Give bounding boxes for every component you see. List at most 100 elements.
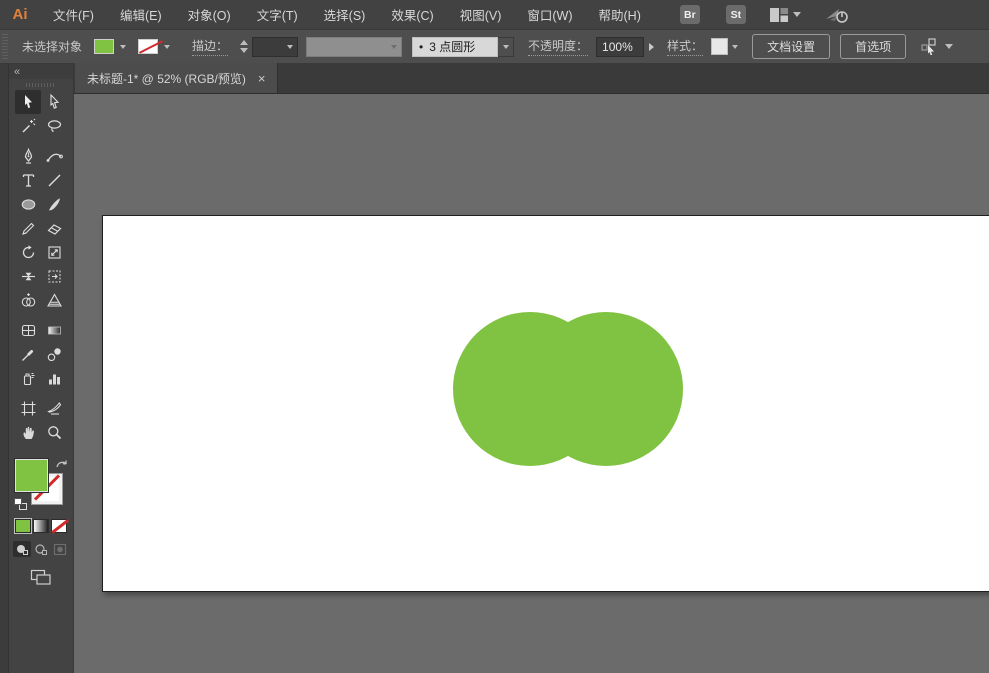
- none-button[interactable]: [51, 519, 67, 533]
- green-circle-right[interactable]: [529, 312, 683, 466]
- fill-color-swatch[interactable]: [94, 39, 114, 54]
- chevron-down-icon: [793, 12, 801, 17]
- paintbrush-tool[interactable]: [41, 192, 67, 216]
- shape-builder-tool[interactable]: [15, 288, 41, 312]
- color-button[interactable]: [15, 519, 31, 533]
- curvature-icon: [46, 148, 63, 165]
- rotate-icon: [20, 244, 37, 261]
- symbol-sprayer-tool[interactable]: [15, 366, 41, 390]
- stepper-up-icon[interactable]: [240, 40, 248, 45]
- blend-tool[interactable]: [41, 342, 67, 366]
- panel-grip[interactable]: [2, 34, 8, 60]
- lasso-tool[interactable]: [41, 114, 67, 138]
- column-graph-tool[interactable]: [41, 366, 67, 390]
- toolbar-grip[interactable]: [26, 83, 56, 87]
- draw-normal-button[interactable]: [13, 541, 31, 557]
- draw-inside-button[interactable]: [51, 541, 69, 557]
- stroke-weight-dropdown[interactable]: [252, 37, 298, 57]
- ellipse-tool[interactable]: [15, 192, 41, 216]
- mesh-icon: [20, 322, 37, 339]
- toolbar-collapse-button[interactable]: «: [9, 64, 73, 79]
- zoom-tool[interactable]: [41, 420, 67, 444]
- app-logo: Ai: [0, 6, 40, 23]
- symbol-sprayer-icon: [20, 370, 37, 387]
- selection-tool[interactable]: [15, 90, 41, 114]
- eraser-icon: [46, 220, 63, 237]
- rotate-tool[interactable]: [15, 240, 41, 264]
- eyedropper-tool[interactable]: [15, 342, 41, 366]
- scale-tool[interactable]: [41, 240, 67, 264]
- document-setup-button[interactable]: 文档设置: [752, 34, 830, 59]
- color-mode-row: [15, 519, 67, 533]
- line-segment-tool[interactable]: [41, 168, 67, 192]
- change-screen-mode-button[interactable]: [30, 569, 52, 591]
- fill-indicator[interactable]: [15, 459, 48, 492]
- gradient-button[interactable]: [33, 519, 49, 533]
- default-fill-mini-icon: [14, 498, 22, 505]
- direct-selection-tool[interactable]: [41, 90, 67, 114]
- document-tab[interactable]: 未标题-1* @ 52% (RGB/预览) ×: [75, 63, 278, 93]
- default-fill-stroke-button[interactable]: [14, 498, 27, 510]
- fill-chevron-icon[interactable]: [120, 45, 126, 49]
- menu-select[interactable]: 选择(S): [311, 0, 379, 30]
- opacity-expand-button[interactable]: [644, 37, 659, 57]
- perspective-grid-tool[interactable]: [41, 288, 67, 312]
- menu-view[interactable]: 视图(V): [447, 0, 515, 30]
- document-tab-title: 未标题-1* @ 52% (RGB/预览): [87, 70, 246, 87]
- type-tool[interactable]: [15, 168, 41, 192]
- hand-icon: [20, 424, 37, 441]
- draw-behind-button[interactable]: [32, 541, 50, 557]
- menu-window[interactable]: 窗口(W): [514, 0, 585, 30]
- slice-tool[interactable]: [41, 396, 67, 420]
- stroke-weight-label[interactable]: 描边：: [192, 37, 228, 56]
- selection-arrow-icon: [20, 94, 37, 111]
- width-tool[interactable]: [15, 264, 41, 288]
- stock-icon[interactable]: St: [726, 5, 746, 24]
- gpu-performance-button[interactable]: [825, 6, 851, 24]
- brush-definition-dropdown[interactable]: • 3 点圆形: [412, 37, 498, 57]
- brush-name: 3 点圆形: [429, 38, 475, 55]
- stroke-chevron-icon[interactable]: [164, 45, 170, 49]
- screen-mode-icon: [30, 569, 52, 586]
- fill-color-control: [94, 39, 130, 54]
- eraser-tool[interactable]: [41, 216, 67, 240]
- hand-tool[interactable]: [15, 420, 41, 444]
- paintbrush-icon: [46, 196, 63, 213]
- magic-wand-tool[interactable]: [15, 114, 41, 138]
- style-chevron-icon[interactable]: [732, 45, 738, 49]
- stroke-color-swatch[interactable]: [138, 39, 158, 54]
- select-similar-objects-button[interactable]: [920, 38, 953, 55]
- stepper-down-icon[interactable]: [240, 48, 248, 53]
- opacity-input[interactable]: 100%: [596, 37, 644, 57]
- brush-chevron-button[interactable]: [498, 37, 514, 57]
- chevron-down-icon: [945, 44, 953, 49]
- free-transform-tool[interactable]: [41, 264, 67, 288]
- shaper-tool[interactable]: [15, 216, 41, 240]
- menu-file[interactable]: 文件(F): [40, 0, 107, 30]
- style-swatch[interactable]: [711, 38, 728, 55]
- artboard-icon: [20, 400, 37, 417]
- artboard-tool[interactable]: [15, 396, 41, 420]
- menu-object[interactable]: 对象(O): [175, 0, 244, 30]
- style-label[interactable]: 样式：: [667, 37, 703, 56]
- bridge-icon[interactable]: Br: [680, 5, 700, 24]
- menu-type[interactable]: 文字(T): [244, 0, 311, 30]
- stroke-weight-stepper[interactable]: [240, 40, 248, 53]
- opacity-label[interactable]: 不透明度：: [528, 37, 588, 56]
- workspace-switcher[interactable]: [770, 8, 801, 22]
- menu-edit[interactable]: 编辑(E): [107, 0, 175, 30]
- menu-help[interactable]: 帮助(H): [586, 0, 654, 30]
- chevron-down-icon: [287, 45, 293, 49]
- curvature-tool[interactable]: [41, 144, 67, 168]
- menu-effect[interactable]: 效果(C): [378, 0, 446, 30]
- variable-width-profile-dropdown[interactable]: [306, 37, 402, 57]
- gradient-tool[interactable]: [41, 318, 67, 342]
- swap-fill-stroke-button[interactable]: [55, 458, 68, 476]
- mesh-tool[interactable]: [15, 318, 41, 342]
- canvas[interactable]: [74, 94, 989, 673]
- preferences-button[interactable]: 首选项: [840, 34, 906, 59]
- close-icon[interactable]: ×: [258, 72, 266, 85]
- selection-status: 未选择对象: [22, 38, 82, 55]
- brush-definition-control: • 3 点圆形: [412, 37, 514, 57]
- pen-tool[interactable]: [15, 144, 41, 168]
